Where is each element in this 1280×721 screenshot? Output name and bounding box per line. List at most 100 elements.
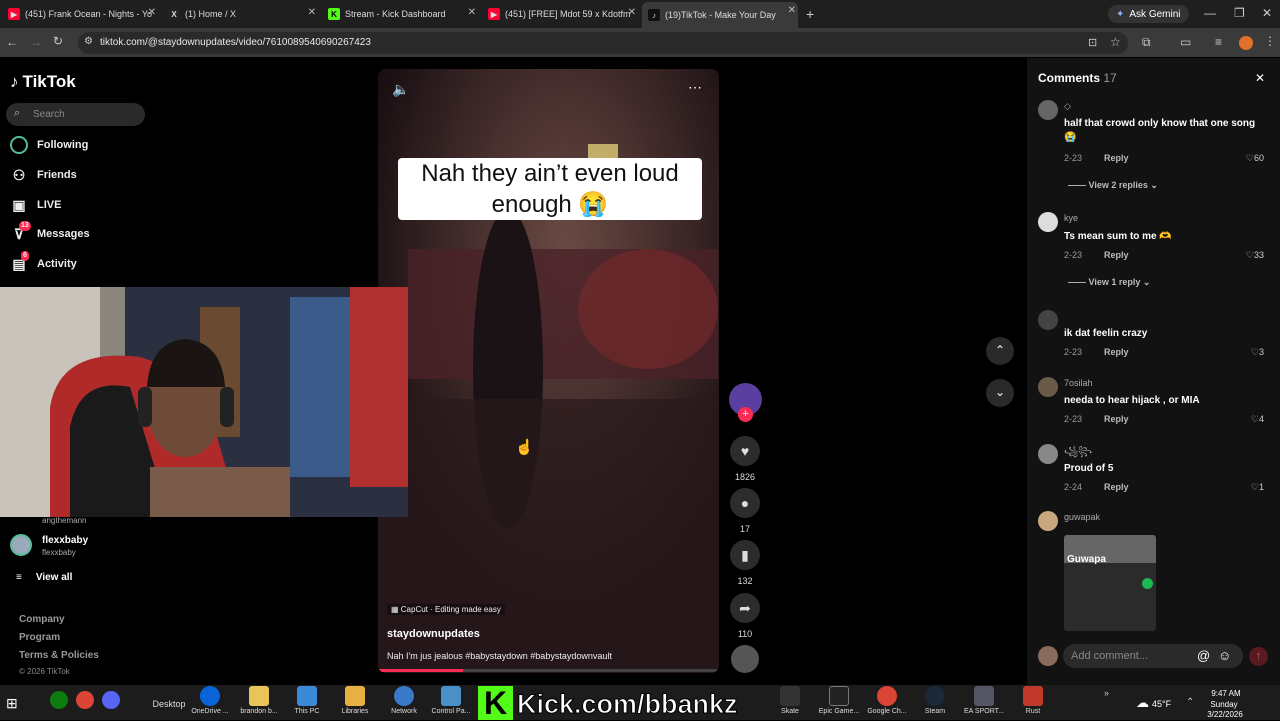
- video-author[interactable]: staydownupdates: [387, 628, 480, 640]
- taskbar-onedrive[interactable]: OneDrive ...: [185, 686, 235, 715]
- creator-avatar[interactable]: +: [729, 383, 762, 422]
- tray-chevron-icon[interactable]: ⌃: [1186, 697, 1194, 708]
- install-icon[interactable]: ⊡: [1088, 36, 1097, 49]
- previous-video-button[interactable]: ⌃: [986, 337, 1014, 365]
- chrome-icon[interactable]: [76, 691, 94, 709]
- close-comments-icon[interactable]: ✕: [1255, 71, 1265, 85]
- reply-button[interactable]: Reply: [1104, 153, 1129, 163]
- browser-tab-tiktok[interactable]: ♪ (19)TikTok - Make Your Day ✕: [642, 2, 798, 28]
- commenter-avatar[interactable]: [1038, 310, 1058, 330]
- restore-icon[interactable]: ❐: [1234, 6, 1245, 20]
- close-icon[interactable]: ✕: [788, 5, 796, 16]
- taskbar-skate[interactable]: Skate: [765, 686, 815, 715]
- close-icon[interactable]: ✕: [628, 7, 636, 18]
- search-input[interactable]: ⌕ Search: [6, 103, 145, 126]
- nav-messages[interactable]: ⊽ 13 Messages: [10, 221, 90, 243]
- discord-icon[interactable]: [102, 691, 120, 709]
- emoji-icon[interactable]: ☺: [1218, 648, 1231, 663]
- video-progress-bar[interactable]: [378, 669, 719, 672]
- taskbar-google-chrome[interactable]: Google Ch...: [862, 686, 912, 715]
- sidebar-icon[interactable]: ▭: [1180, 35, 1191, 49]
- minimize-icon[interactable]: —: [1204, 6, 1216, 20]
- taskbar-brandon[interactable]: brandon b...: [234, 686, 284, 715]
- close-icon[interactable]: ✕: [148, 7, 156, 18]
- url-bar[interactable]: ⚙ tiktok.com/@staydownupdates/video/7610…: [78, 32, 1128, 54]
- nav-live[interactable]: ▣ LIVE: [10, 196, 61, 214]
- commenter-avatar[interactable]: [1038, 377, 1058, 397]
- following-account-partial[interactable]: angthemann: [42, 516, 86, 526]
- tiktok-logo[interactable]: ♪ TikTok: [10, 72, 76, 92]
- weather-temp[interactable]: 45°F: [1152, 699, 1171, 709]
- clock-time[interactable]: 9:47 AM: [1210, 689, 1242, 698]
- reply-button[interactable]: Reply: [1104, 250, 1129, 260]
- browser-tab-youtube-2[interactable]: ▶ (451) [FREE] Mdot 59 x Kdotfm ✕: [488, 4, 638, 24]
- more-options-icon[interactable]: ⋯: [688, 79, 702, 96]
- menu-icon[interactable]: ⋮: [1264, 34, 1276, 48]
- forward-icon[interactable]: →: [30, 35, 42, 49]
- comment-like-button[interactable]: ♡33: [1246, 250, 1264, 261]
- reply-button[interactable]: Reply: [1104, 482, 1129, 492]
- view-replies-button[interactable]: —— View 1 reply ⌄: [1068, 277, 1150, 288]
- close-icon[interactable]: ✕: [308, 7, 316, 18]
- taskbar-this-pc[interactable]: This PC: [282, 686, 332, 715]
- comment-input[interactable]: Add comment... @ ☺: [1063, 644, 1243, 668]
- taskbar-rust[interactable]: Rust: [1008, 686, 1058, 715]
- commenter-avatar[interactable]: [1038, 100, 1058, 120]
- capcut-badge[interactable]: ▦ CapCut · Editing made easy: [387, 604, 505, 615]
- taskbar-network[interactable]: Network: [379, 686, 429, 715]
- comment-username[interactable]: guwapak: [1064, 512, 1100, 522]
- site-info-icon[interactable]: ⚙: [84, 36, 93, 47]
- footer-program[interactable]: Program: [19, 632, 60, 643]
- comment-like-button[interactable]: ♡4: [1251, 414, 1264, 425]
- xbox-icon[interactable]: [50, 691, 68, 709]
- comment-username[interactable]: kye: [1064, 213, 1078, 223]
- follow-plus-icon[interactable]: +: [738, 407, 753, 422]
- bookmark-star-icon[interactable]: ☆: [1110, 35, 1121, 49]
- downloads-icon[interactable]: ≡: [1215, 35, 1222, 49]
- share-button[interactable]: ➦ 110: [727, 593, 763, 639]
- reply-button[interactable]: Reply: [1104, 347, 1129, 357]
- comment-username[interactable]: ◇: [1064, 101, 1071, 112]
- nav-following[interactable]: Following: [10, 136, 88, 154]
- taskbar-epic-games[interactable]: Epic Game...: [814, 686, 864, 715]
- music-disc-icon[interactable]: [731, 645, 759, 673]
- reply-button[interactable]: Reply: [1104, 414, 1129, 424]
- browser-tab-x[interactable]: X (1) Home / X ✕: [168, 4, 318, 24]
- comment-like-button[interactable]: ♡60: [1246, 153, 1264, 164]
- save-button[interactable]: ▮ 132: [727, 540, 763, 586]
- comment-like-button[interactable]: ♡3: [1251, 347, 1264, 358]
- taskbar-control-panel[interactable]: Control Pa...: [426, 686, 476, 715]
- view-replies-button[interactable]: —— View 2 replies ⌄: [1068, 180, 1158, 191]
- windows-start-icon[interactable]: ⊞: [6, 695, 18, 712]
- close-icon[interactable]: ✕: [468, 7, 476, 18]
- taskbar-steam[interactable]: Steam: [910, 686, 960, 715]
- volume-icon[interactable]: 🔈: [392, 81, 409, 98]
- comment-image[interactable]: Guwapa: [1064, 535, 1156, 631]
- ask-gemini-button[interactable]: ✦ Ask Gemini: [1108, 5, 1189, 23]
- nav-friends[interactable]: ⚇ Friends: [10, 166, 77, 184]
- reload-icon[interactable]: ↻: [53, 34, 63, 48]
- comment-like-button[interactable]: ♡1: [1251, 482, 1264, 493]
- nav-activity[interactable]: ▤ 6 Activity: [10, 251, 77, 273]
- profile-avatar[interactable]: [1239, 36, 1253, 50]
- browser-tab-kick[interactable]: K Stream - Kick Dashboard ✕: [328, 4, 478, 24]
- commenter-avatar[interactable]: [1038, 444, 1058, 464]
- view-all-button[interactable]: ≡ View all: [16, 572, 72, 583]
- taskbar-libraries[interactable]: Libraries: [330, 686, 380, 715]
- commenter-avatar[interactable]: [1038, 511, 1058, 531]
- comment-username[interactable]: 7osilah: [1064, 378, 1093, 388]
- footer-company[interactable]: Company: [19, 614, 65, 625]
- commenter-avatar[interactable]: [1038, 212, 1058, 232]
- new-tab-icon[interactable]: +: [806, 6, 814, 22]
- window-close-icon[interactable]: ✕: [1262, 6, 1272, 20]
- account-avatar[interactable]: [10, 534, 32, 556]
- next-video-button[interactable]: ⌄: [986, 379, 1014, 407]
- footer-terms[interactable]: Terms & Policies: [19, 650, 99, 661]
- extensions-icon[interactable]: ⧉: [1142, 35, 1151, 50]
- back-icon[interactable]: ←: [6, 35, 18, 49]
- taskbar-ea-sports[interactable]: EA SPORT...: [959, 686, 1009, 715]
- like-button[interactable]: ♥ 1826: [727, 436, 763, 482]
- comment-button[interactable]: ● 17: [727, 488, 763, 534]
- mention-icon[interactable]: @: [1197, 648, 1210, 663]
- send-comment-button[interactable]: ↑: [1249, 647, 1268, 666]
